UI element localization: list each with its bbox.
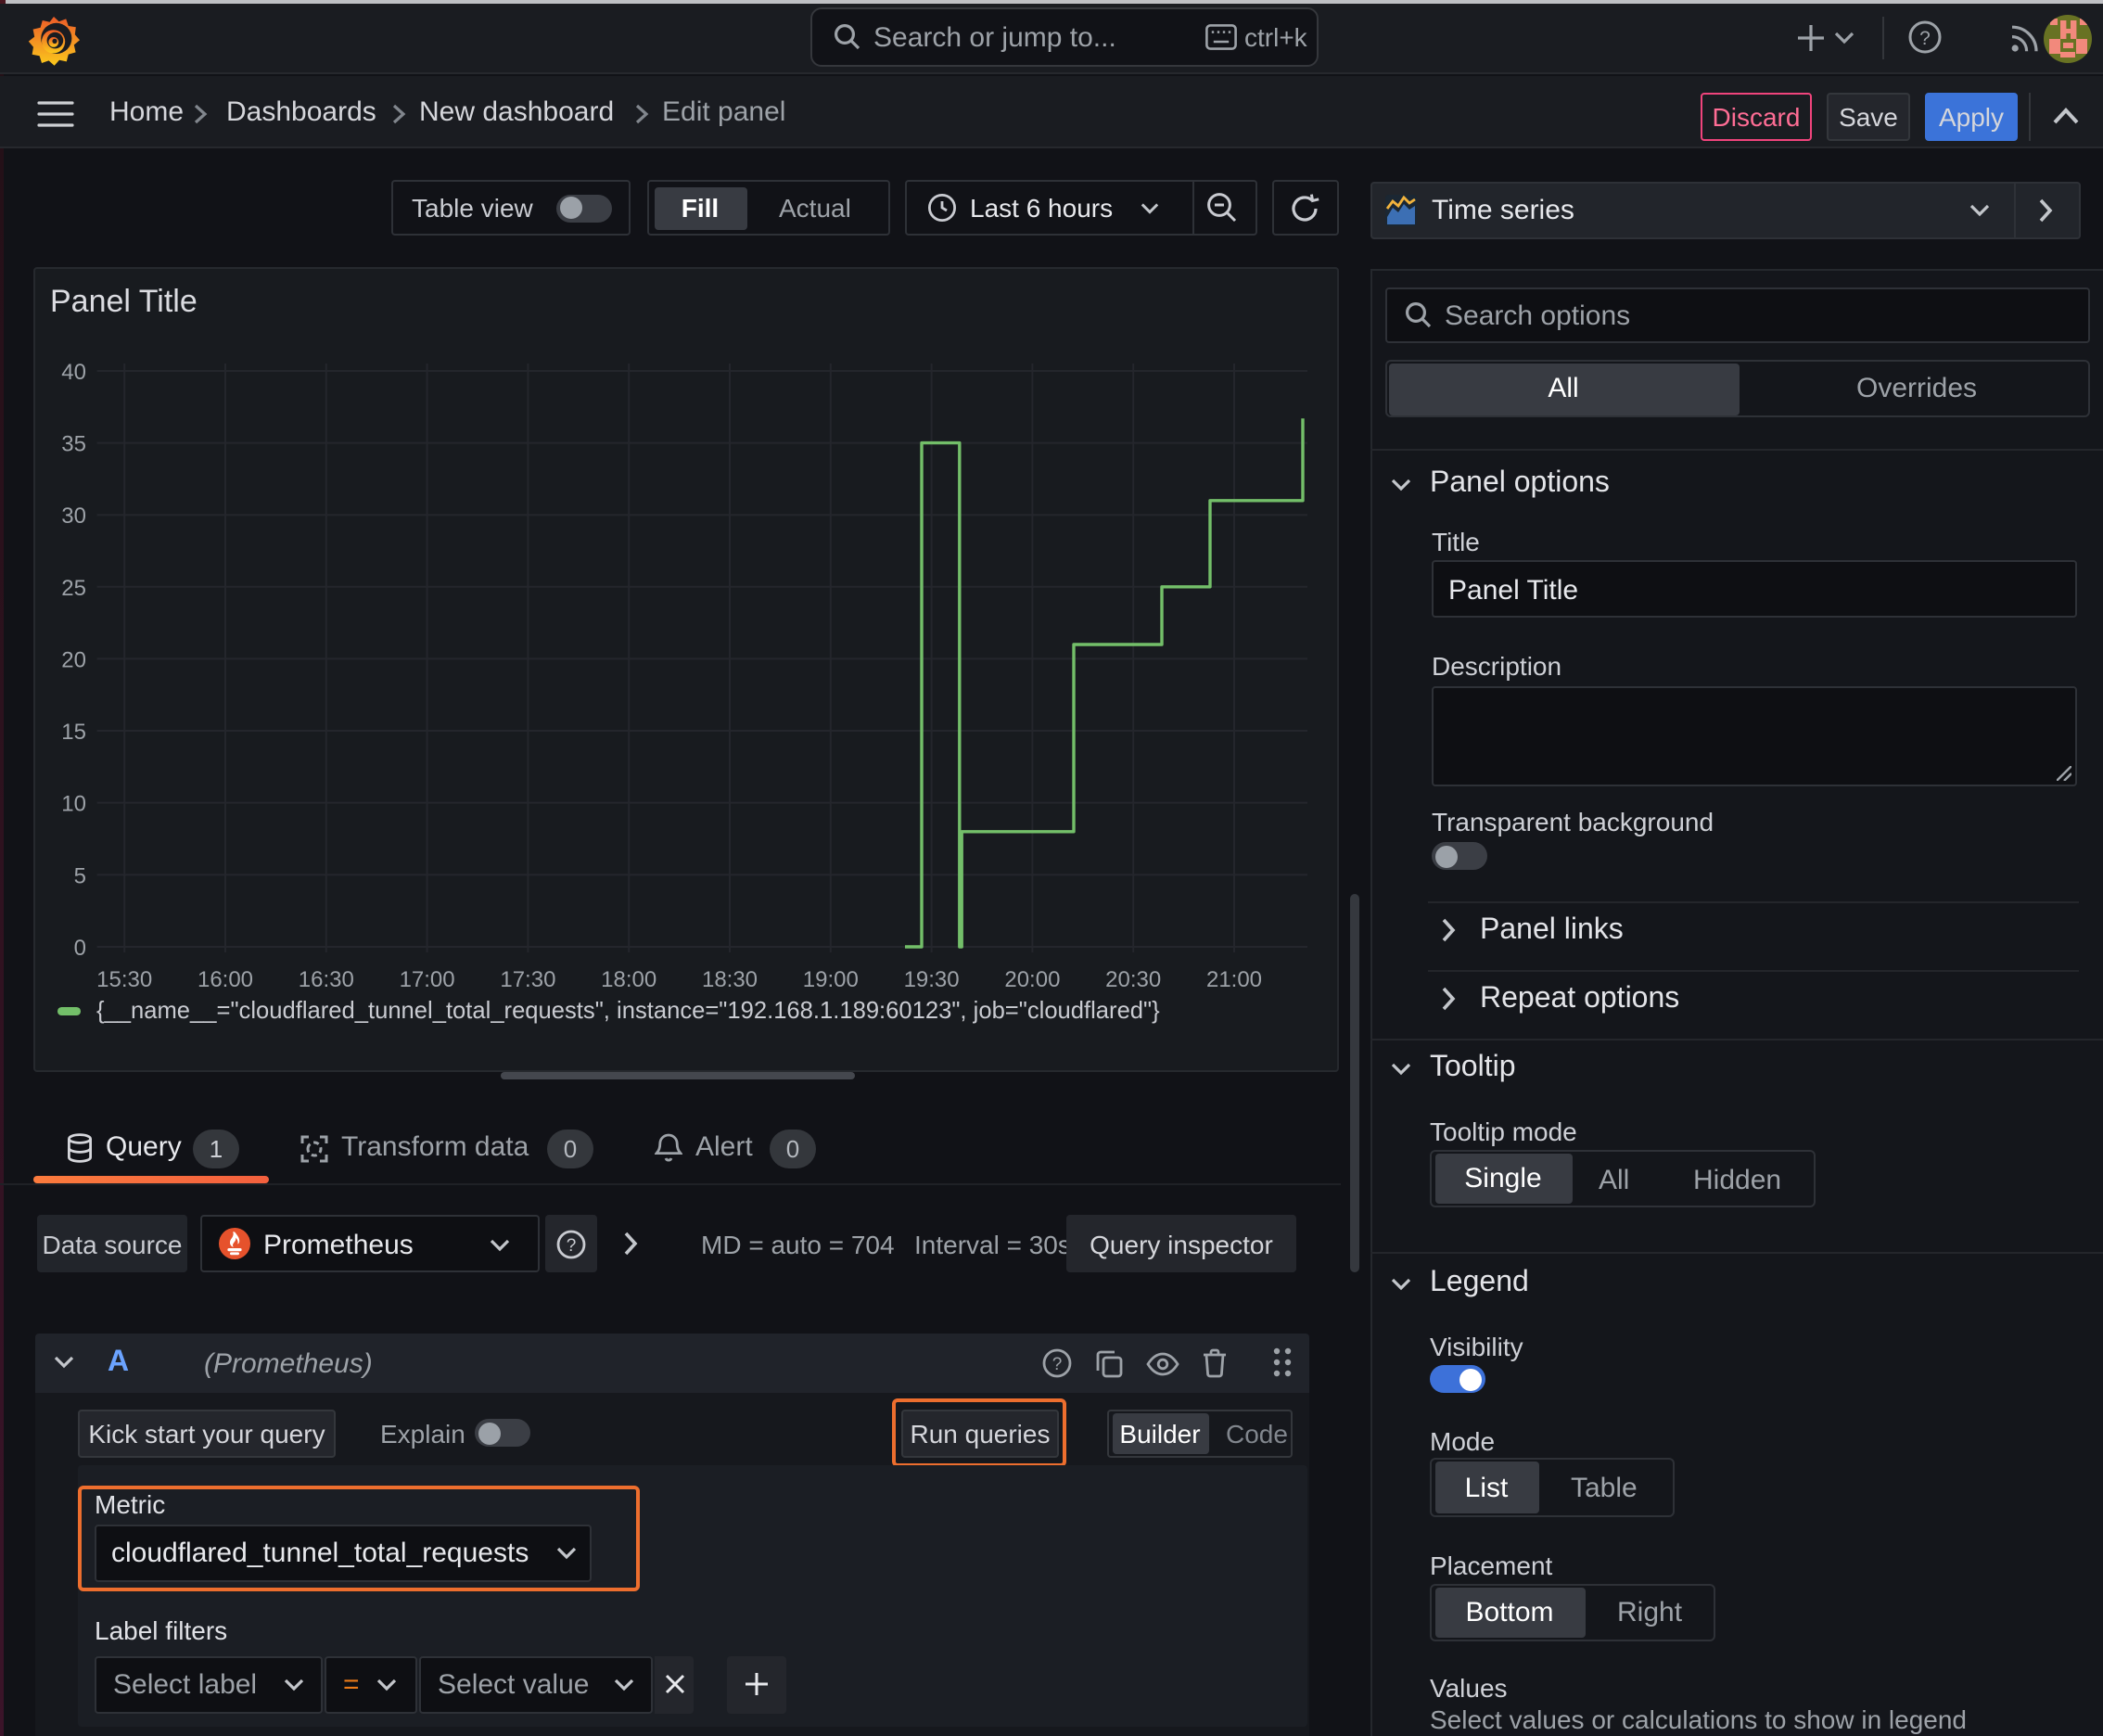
svg-text:19:30: 19:30 bbox=[904, 967, 960, 992]
svg-text:?: ? bbox=[1919, 28, 1931, 49]
svg-text:{__name__="cloudflared_tunnel_: {__name__="cloudflared_tunnel_total_requ… bbox=[96, 998, 1160, 1024]
svg-text:30: 30 bbox=[61, 504, 86, 529]
svg-text:0: 0 bbox=[74, 936, 86, 961]
svg-text:19:00: 19:00 bbox=[803, 967, 859, 992]
svg-text:18:30: 18:30 bbox=[702, 967, 758, 992]
svg-text:35: 35 bbox=[61, 432, 86, 457]
svg-text:18:00: 18:00 bbox=[601, 967, 656, 992]
svg-text:40: 40 bbox=[61, 360, 86, 385]
svg-text:?: ? bbox=[567, 1235, 577, 1255]
svg-text:16:00: 16:00 bbox=[198, 967, 253, 992]
svg-text:16:30: 16:30 bbox=[299, 967, 354, 992]
svg-text:15: 15 bbox=[61, 720, 86, 745]
svg-text:20:30: 20:30 bbox=[1105, 967, 1161, 992]
svg-text:5: 5 bbox=[74, 863, 86, 888]
svg-text:?: ? bbox=[1052, 1355, 1063, 1374]
svg-text:15:30: 15:30 bbox=[96, 967, 152, 992]
svg-text:21:00: 21:00 bbox=[1206, 967, 1262, 992]
svg-text:20:00: 20:00 bbox=[1004, 967, 1060, 992]
svg-text:10: 10 bbox=[61, 792, 86, 817]
svg-text:17:30: 17:30 bbox=[500, 967, 555, 992]
svg-text:20: 20 bbox=[61, 647, 86, 672]
svg-text:25: 25 bbox=[61, 576, 86, 601]
svg-text:17:00: 17:00 bbox=[400, 967, 455, 992]
